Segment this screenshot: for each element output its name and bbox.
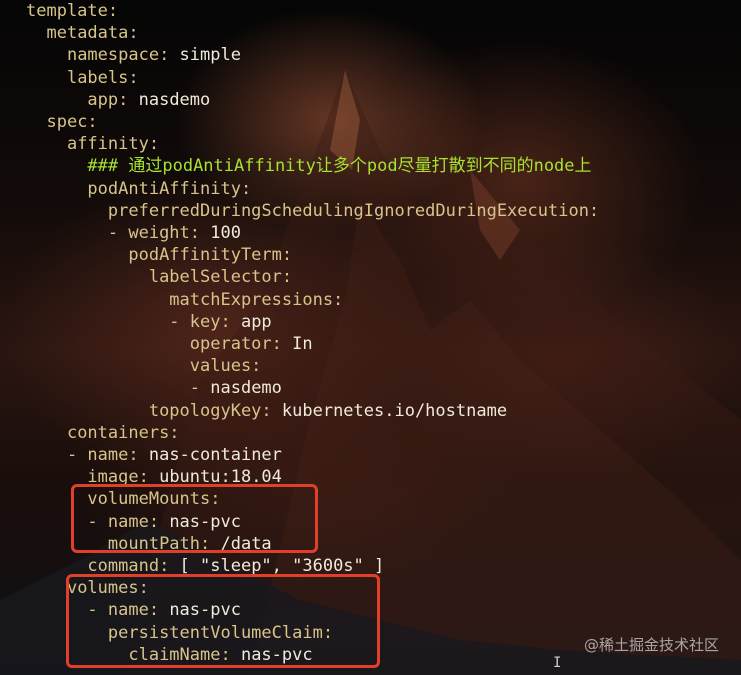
code-line: podAffinityTerm: [26,244,292,266]
yaml-value: nasdemo [200,378,282,399]
code-line: labelSelector: [26,266,292,288]
yaml-value: simple [169,45,241,66]
code-line: - key: app [26,311,272,333]
yaml-key: app: [87,89,129,110]
code-line: labels: [26,67,139,89]
yaml-value: 100 [200,223,241,243]
yaml-key: affinity: [66,134,160,155]
yaml-key: metadata: [46,23,139,44]
code-line: preferredDuringSchedulingIgnoredDuringEx… [26,200,599,222]
yaml-key: command: [87,556,170,576]
code-line: containers: [26,422,180,444]
code-line: values: [26,355,262,377]
code-line: operator: In [26,333,313,355]
text-cursor-icon: I [553,655,562,671]
code-line: - name: nas-container [26,444,282,466]
yaml-key: values: [189,356,262,377]
code-line: podAntiAffinity: [26,178,251,200]
yaml-key: podAntiAffinity: [87,178,252,199]
watermark: @稀土掘金技术社区 [583,636,719,654]
yaml-key: - name: [66,445,139,465]
yaml-key: spec: [46,112,98,132]
code-line: namespace: simple [26,44,241,66]
highlight-volume-mounts [71,484,318,553]
yaml-key: operator: [189,334,282,354]
code-line: affinity: [26,133,159,155]
yaml-key: template: [26,1,119,21]
yaml-value: [ "sleep", "3600s" ] [169,556,385,576]
yaml-key: - weight: [107,223,201,243]
yaml-key: podAffinityTerm: [128,245,293,266]
terminal-window: template: metadata: namespace: simple la… [0,0,741,675]
yaml-value: nas-container [138,445,282,465]
yaml-value: kubernetes.io/hostname [271,400,508,421]
yaml-value: In [281,334,313,354]
code-line: ### 通过podAntiAffinity让多个pod尽量打散到不同的node上 [26,155,592,177]
yaml-key: namespace: [66,45,170,66]
code-line: metadata: [26,22,139,44]
code-line: - nasdemo [26,377,282,399]
code-line: template: [26,0,118,22]
code-comment: ### 通过podAntiAffinity让多个pod尽量打散到不同的node上 [87,156,592,177]
code-line: topologyKey: kubernetes.io/hostname [26,400,507,422]
yaml-key: - key: [169,311,231,332]
yaml-key: labelSelector: [148,267,293,288]
code-line: spec: [26,111,98,133]
code-line: matchExpressions: [26,289,343,311]
yaml-key: labels: [66,67,139,88]
yaml-value: app [230,311,272,332]
yaml-key: preferredDuringSchedulingIgnoredDuringEx… [107,200,600,221]
yaml-key: topologyKey: [148,400,272,421]
yaml-key: - [189,378,201,399]
code-line: - weight: 100 [26,222,241,244]
yaml-key: containers: [66,422,180,443]
highlight-volumes [66,574,380,668]
code-line: app: nasdemo [26,89,210,111]
yaml-value: nasdemo [128,89,211,110]
yaml-key: matchExpressions: [169,289,344,310]
